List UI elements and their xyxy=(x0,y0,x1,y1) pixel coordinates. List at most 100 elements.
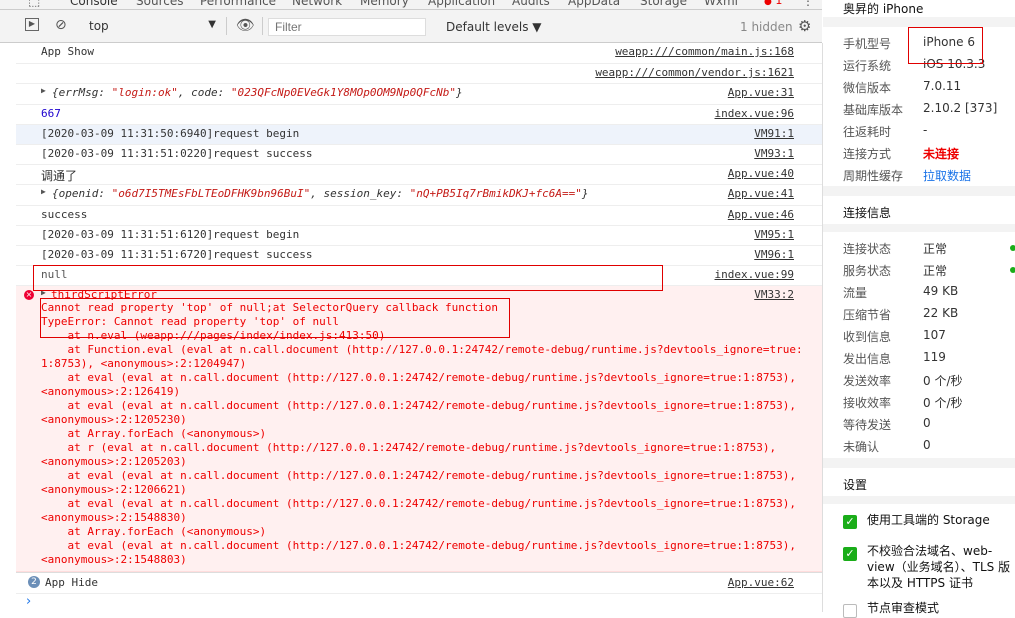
tab-console[interactable]: Console xyxy=(70,0,118,8)
source-link[interactable]: weapp:///common/main.js:168 xyxy=(615,45,794,58)
console-row: 667 index.vue:96 xyxy=(16,105,822,125)
stack-trace-line: <anonymous>:2:1548830) xyxy=(41,511,187,524)
stack-trace-line: <anonymous>:2:1548803) xyxy=(41,553,187,566)
section-divider xyxy=(823,496,1015,504)
console-row[interactable]: ▶ {errMsg: "login:ok", code: "023QFcNp0E… xyxy=(16,84,822,105)
console-row: success App.vue:46 xyxy=(16,206,822,226)
highlight-box xyxy=(33,265,663,291)
repeat-count-badge: 2 xyxy=(28,576,40,588)
node-inspect-checkbox[interactable] xyxy=(843,604,857,618)
info-value: 正常 xyxy=(923,242,948,256)
info-value: 7.0.11 xyxy=(923,79,962,93)
pull-data-link[interactable]: 拉取数据 xyxy=(923,167,971,184)
source-link[interactable]: VM91:1 xyxy=(754,127,794,140)
source-link[interactable]: App.vue:46 xyxy=(728,208,794,221)
source-link[interactable]: VM33:2 xyxy=(754,288,794,301)
error-count-badge[interactable]: ● 1 xyxy=(764,0,782,7)
filter-input[interactable] xyxy=(268,18,426,36)
console-row[interactable]: ▶ {openid: "o6d7I5TMEsFbLTEoDFHK9bn96BuI… xyxy=(16,185,822,206)
source-link[interactable]: index.vue:99 xyxy=(715,268,794,281)
info-value: 2.10.2 [373] xyxy=(923,101,998,115)
status-dot xyxy=(1010,267,1015,273)
source-link[interactable]: App.vue:31 xyxy=(728,86,794,99)
setting-label: 节点审查模式 xyxy=(867,601,940,615)
log-object: {errMsg: "login:ok", code: "023QFcNp0EVe… xyxy=(52,86,463,99)
info-label: 压缩节省 xyxy=(843,308,892,322)
log-levels-select[interactable]: Default levels ▼ xyxy=(446,20,542,34)
highlight-box xyxy=(908,27,983,64)
stack-trace-line: at Array.forEach (<anonymous>) xyxy=(41,525,267,538)
source-link[interactable]: App.vue:62 xyxy=(728,576,794,589)
stack-trace-line: at Array.forEach (<anonymous>) xyxy=(41,427,267,440)
info-label: 流量 xyxy=(843,286,868,300)
info-value: 107 xyxy=(923,328,946,342)
source-link[interactable]: VM95:1 xyxy=(754,228,794,241)
gear-icon[interactable]: ⚙ xyxy=(798,17,811,35)
tab-sources[interactable]: Sources xyxy=(136,0,183,8)
console-row: App Show weapp:///common/main.js:168 xyxy=(16,43,822,64)
section-divider xyxy=(823,224,1015,232)
stack-trace-line: at eval (eval at n.call.document (http:/… xyxy=(41,371,796,384)
info-value: 22 KB xyxy=(923,306,959,320)
connection-info-title: 连接信息 xyxy=(843,206,892,220)
source-link[interactable]: App.vue:40 xyxy=(728,167,794,180)
stack-trace-line: <anonymous>:2:1205230) xyxy=(41,413,187,426)
stack-trace-line: at Function.eval (eval at n.call.documen… xyxy=(41,343,803,356)
stack-trace-line: <anonymous>:2:1205203) xyxy=(41,455,187,468)
info-value: 0 个/秒 xyxy=(923,396,963,410)
more-menu-icon[interactable]: ⋮ xyxy=(802,0,814,8)
stack-trace-line: <anonymous>:2:126419) xyxy=(41,385,181,398)
source-link[interactable]: App.vue:41 xyxy=(728,187,794,200)
info-value: 0 个/秒 xyxy=(923,374,963,388)
info-label: 微信版本 xyxy=(843,81,892,95)
info-value: - xyxy=(923,123,928,137)
log-message: success xyxy=(41,208,88,221)
tab-network[interactable]: Network xyxy=(292,0,342,8)
info-label: 接收效率 xyxy=(843,396,892,410)
sidebar-toggle-icon[interactable]: ▶ xyxy=(25,18,39,31)
context-select[interactable]: top ▼ xyxy=(80,18,220,36)
info-value: 0 xyxy=(923,438,931,452)
info-label: 服务状态 xyxy=(843,264,892,278)
error-icon: × xyxy=(24,290,34,300)
stack-trace-line: at r (eval at n.call.document (http://12… xyxy=(41,441,777,454)
info-label: 基础库版本 xyxy=(843,103,904,117)
info-value: 未连接 xyxy=(923,147,960,161)
divider xyxy=(226,17,227,35)
devtools-tab-bar: ⬚ Console Sources Performance Network Me… xyxy=(0,0,822,10)
tab-audits[interactable]: Audits xyxy=(512,0,550,8)
eye-icon[interactable]: 👁 xyxy=(236,16,255,34)
tab-memory[interactable]: Memory xyxy=(360,0,409,8)
error-count: 1 xyxy=(775,0,783,7)
console-prompt[interactable]: › xyxy=(26,594,31,609)
tab-performance[interactable]: Performance xyxy=(200,0,276,8)
storage-checkbox[interactable]: ✓ xyxy=(843,515,857,529)
stack-trace-line: at eval (eval at n.call.document (http:/… xyxy=(41,497,796,510)
tab-wxml[interactable]: Wxml xyxy=(704,0,738,8)
console-row: weapp:///common/vendor.js:1621 xyxy=(16,64,822,84)
stack-trace-line: at eval (eval at n.call.document (http:/… xyxy=(41,539,796,552)
section-divider xyxy=(823,458,1015,468)
console-row: [2020-03-09 11:31:50:6940]request begin … xyxy=(16,125,822,145)
domain-check-checkbox[interactable]: ✓ xyxy=(843,547,857,561)
source-link[interactable]: index.vue:96 xyxy=(715,107,794,120)
stack-trace-line: at eval (eval at n.call.document (http:/… xyxy=(41,399,796,412)
info-label: 连接状态 xyxy=(843,242,892,256)
clear-console-icon[interactable]: ⊘ xyxy=(55,17,67,33)
info-label: 发送效率 xyxy=(843,374,892,388)
source-link[interactable]: VM96:1 xyxy=(754,248,794,261)
log-message: [2020-03-09 11:31:51:6720]request succes… xyxy=(41,248,313,261)
inspect-element-icon[interactable]: ⬚ xyxy=(28,0,40,9)
tab-storage[interactable]: Storage xyxy=(640,0,687,8)
divider xyxy=(262,17,263,35)
info-value: 0 xyxy=(923,416,931,430)
status-dot xyxy=(1010,245,1015,251)
tab-appdata[interactable]: AppData xyxy=(568,0,620,8)
console-row: [2020-03-09 11:31:51:6720]request succes… xyxy=(16,246,822,266)
tab-application[interactable]: Application xyxy=(428,0,495,8)
expand-triangle-icon[interactable]: ▶ xyxy=(41,86,46,95)
source-link[interactable]: weapp:///common/vendor.js:1621 xyxy=(595,66,794,79)
source-link[interactable]: VM93:1 xyxy=(754,147,794,160)
expand-triangle-icon[interactable]: ▶ xyxy=(41,187,46,196)
info-label: 运行系统 xyxy=(843,59,892,73)
